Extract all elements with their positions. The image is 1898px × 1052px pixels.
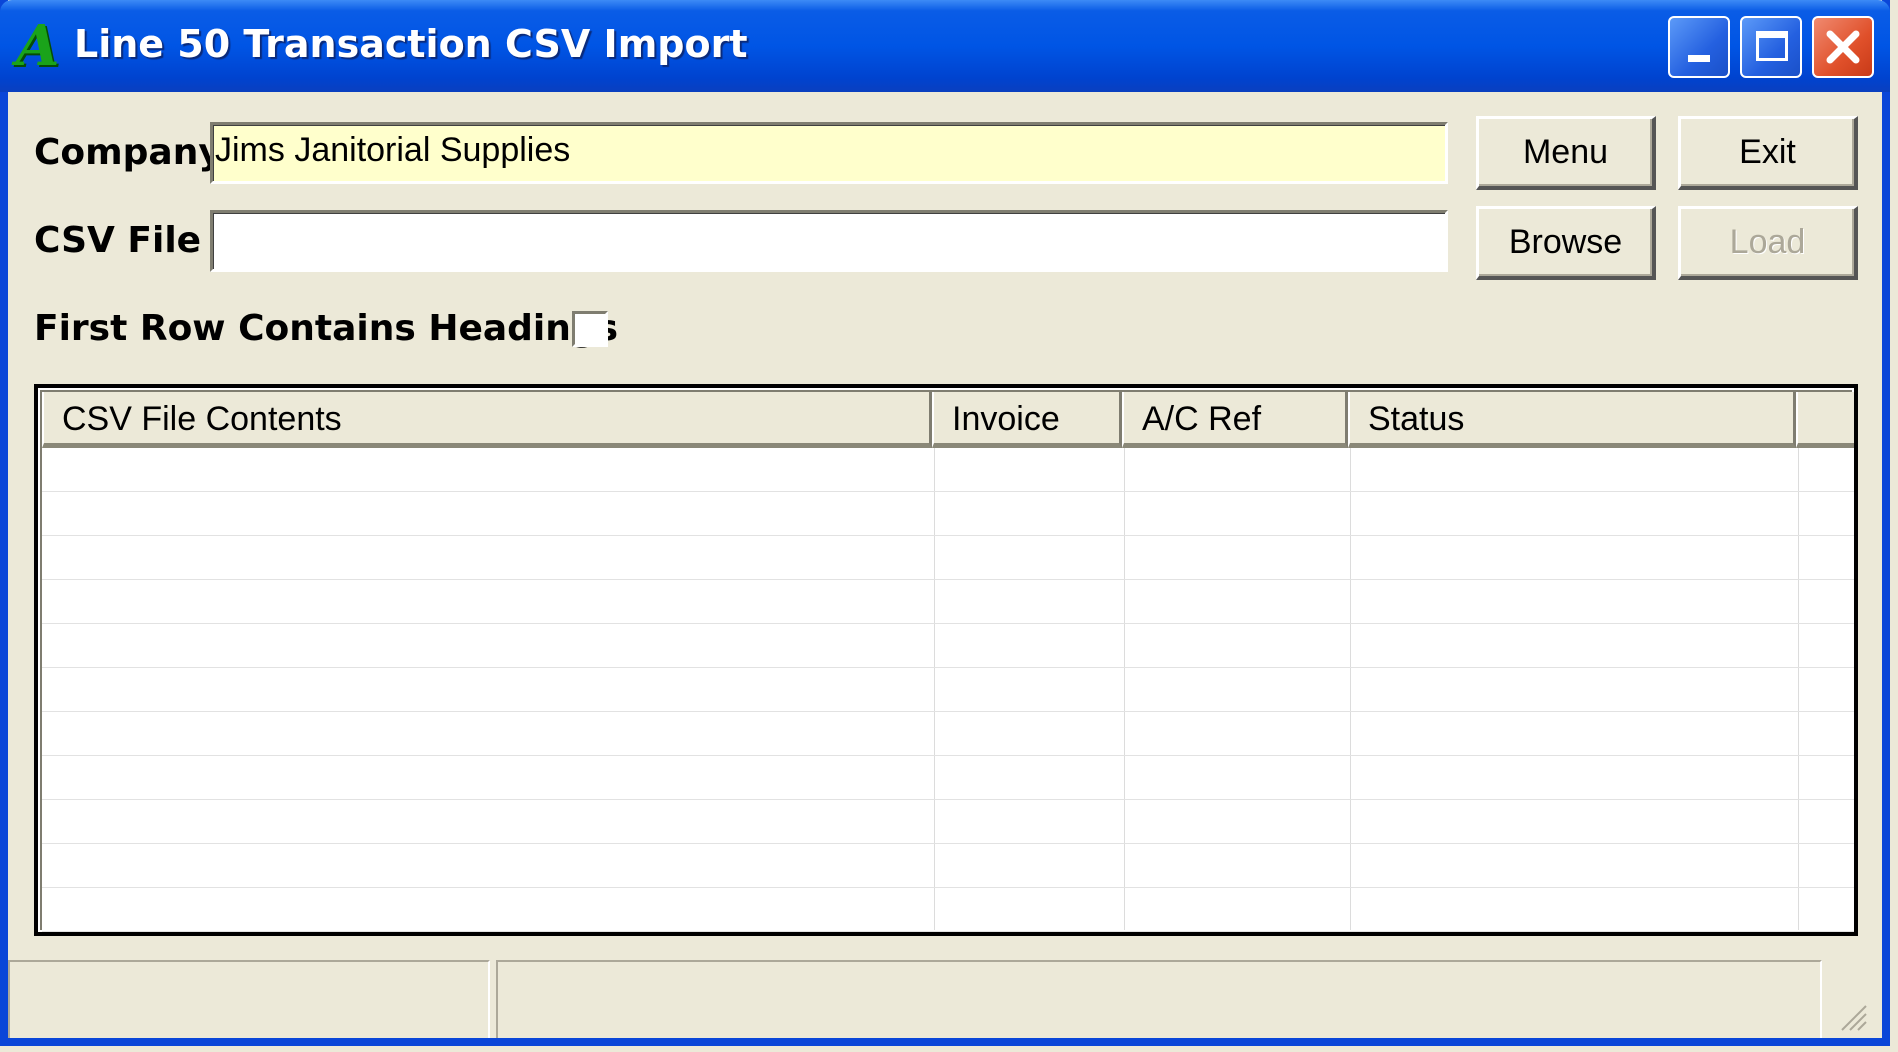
table-row[interactable] [42,492,1854,536]
table-row[interactable] [42,712,1854,756]
table-row[interactable] [42,668,1854,712]
headings-checkbox[interactable] [572,311,608,347]
minimize-icon [1688,55,1710,62]
column-header-csv-file-contents[interactable]: CSV File Contents [42,392,932,448]
company-label: Company [34,132,222,173]
company-field[interactable]: Jims Janitorial Supplies [210,122,1448,184]
exit-button[interactable]: Exit [1678,116,1858,190]
status-bar [0,960,1874,1038]
browse-button[interactable]: Browse [1476,206,1656,280]
title-bar[interactable]: A Line 50 Transaction CSV Import [0,0,1890,92]
csv-file-label: CSV File [34,220,202,261]
grid-body: CSV File Contents Invoice A/C Ref Status [40,390,1854,932]
column-header-ac-ref[interactable]: A/C Ref [1122,392,1348,448]
minimize-button[interactable] [1668,16,1730,78]
close-icon [1826,30,1860,64]
load-button[interactable]: Load [1678,206,1858,280]
close-button[interactable] [1812,16,1874,78]
headings-label: First Row Contains Headings [34,308,619,349]
grid-rows [42,448,1854,932]
column-header-invoice[interactable]: Invoice [932,392,1122,448]
table-row[interactable] [42,580,1854,624]
grid-header: CSV File Contents Invoice A/C Ref Status [42,392,1854,448]
table-row[interactable] [42,844,1854,888]
status-panel-main [496,960,1822,1038]
table-row[interactable] [42,800,1854,844]
table-row[interactable] [42,756,1854,800]
resize-grip-icon[interactable] [1834,998,1868,1032]
column-header-blank[interactable] [1796,392,1854,448]
status-panel-left [8,960,490,1038]
maximize-button[interactable] [1740,16,1802,78]
app-logo-icon: A [16,13,60,79]
window-title: Line 50 Transaction CSV Import [74,22,748,66]
table-row[interactable] [42,536,1854,580]
column-header-status[interactable]: Status [1348,392,1796,448]
menu-button[interactable]: Menu [1476,116,1656,190]
maximize-icon [1756,31,1788,61]
csv-file-field[interactable] [210,210,1448,272]
table-row[interactable] [42,888,1854,932]
table-row[interactable] [42,624,1854,668]
table-row[interactable] [42,448,1854,492]
csv-contents-grid[interactable]: CSV File Contents Invoice A/C Ref Status [34,384,1858,936]
